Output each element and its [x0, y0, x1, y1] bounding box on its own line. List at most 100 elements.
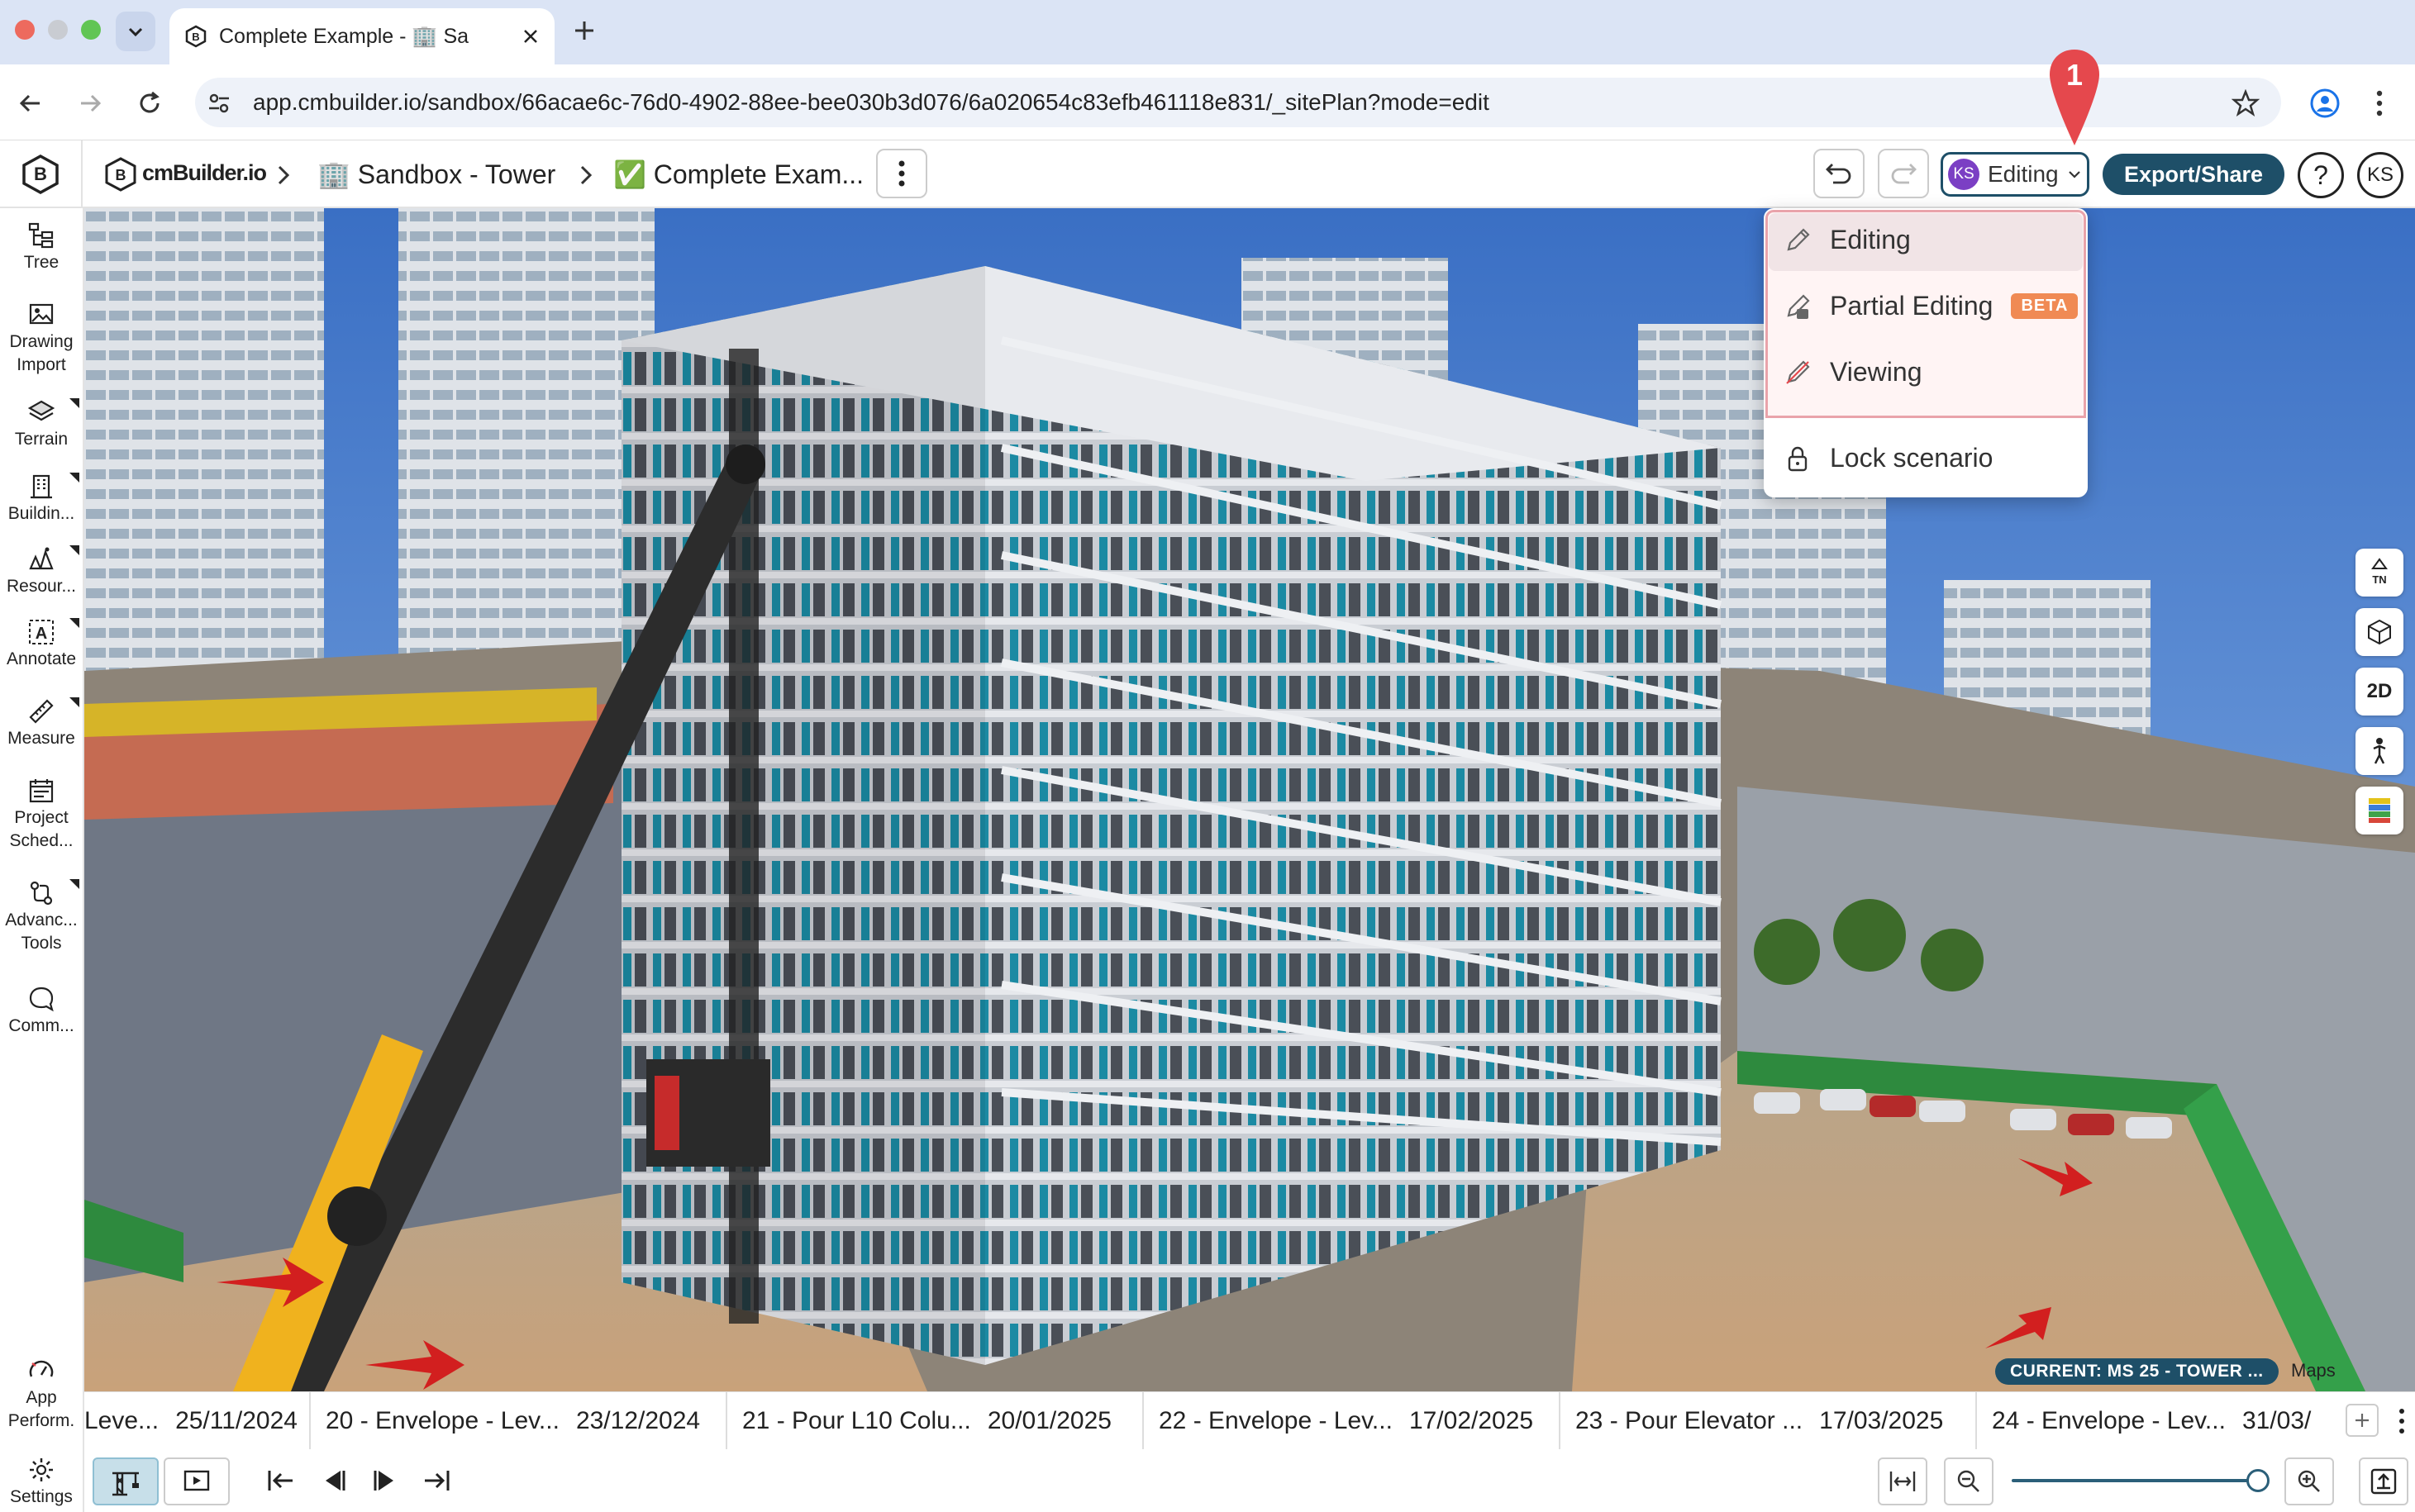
expand-indicator-icon: [69, 618, 79, 628]
sidebar-item-annotate[interactable]: A Annotate: [0, 618, 83, 671]
sidebar-item-buildings[interactable]: Buildin...: [0, 473, 83, 525]
breadcrumb-scenario[interactable]: ✅ Complete Exam...: [613, 159, 864, 190]
reload-icon[interactable]: [136, 89, 164, 117]
chevron-down-icon: [128, 27, 143, 37]
mode-selector-button[interactable]: KS Editing: [1941, 152, 2089, 197]
view-cube-button[interactable]: [2355, 608, 2403, 656]
undo-button[interactable]: [1813, 149, 1865, 198]
back-icon[interactable]: [17, 89, 45, 117]
timeline-menu-icon[interactable]: [2397, 1407, 2407, 1435]
person-icon: [2373, 738, 2386, 764]
browser-menu-icon[interactable]: [2374, 88, 2385, 119]
view-cube-icon: [2368, 619, 2391, 645]
breadcrumb-chevron-icon: [580, 165, 593, 185]
undo-icon: [1826, 164, 1851, 184]
construction-view-button[interactable]: [93, 1457, 159, 1505]
timeline-segment[interactable]: 21 - Pour L10 Colu... 20/01/2025: [727, 1392, 1144, 1449]
add-stage-button[interactable]: [2346, 1404, 2379, 1437]
zoom-out-button[interactable]: [1944, 1457, 1993, 1505]
maximize-window-button[interactable]: [81, 20, 101, 40]
brand-name[interactable]: cmBuilder.io: [142, 160, 267, 186]
timeline-segment[interactable]: 20 - Envelope - Lev... 23/12/2024: [311, 1392, 727, 1449]
sidebar-item-app-performance[interactable]: App Perform.: [0, 1357, 83, 1433]
playback-bar: [84, 1449, 2415, 1512]
step-forward-icon[interactable]: [370, 1467, 400, 1494]
breadcrumb-project[interactable]: 🏢 Sandbox - Tower: [317, 159, 555, 190]
zoom-slider-track[interactable]: [2012, 1479, 2260, 1482]
terrain-icon: [27, 400, 55, 421]
mode-option-viewing[interactable]: Viewing: [1784, 357, 1922, 388]
address-bar[interactable]: app.cmbuilder.io/sandbox/66acae6c-76d0-4…: [195, 78, 2281, 127]
tools-icon: [30, 881, 53, 906]
close-tab-icon[interactable]: [522, 27, 540, 45]
timeline-segment[interactable]: 24 - Envelope - Lev... 31/03/: [1977, 1392, 2332, 1449]
callout-number: 1: [2065, 58, 2084, 92]
mode-option-editing[interactable]: Editing: [1784, 225, 1911, 255]
bookmark-star-icon[interactable]: [2232, 89, 2260, 117]
sidebar-item-comments[interactable]: Comm...: [0, 985, 83, 1038]
presentation-view-button[interactable]: [164, 1457, 230, 1505]
sidebar-item-measure[interactable]: Measure: [0, 697, 83, 750]
home-logo-button[interactable]: B: [0, 140, 83, 208]
zoom-out-icon: [1957, 1470, 1979, 1492]
sidebar-item-label: Resour...: [6, 577, 77, 596]
pencil-icon: [1787, 227, 1810, 251]
tab-search-button[interactable]: [116, 12, 155, 51]
sidebar-item-settings[interactable]: Settings: [0, 1456, 83, 1509]
skip-to-start-icon[interactable]: [266, 1467, 296, 1494]
fit-timeline-button[interactable]: [1878, 1457, 1927, 1505]
layers-button[interactable]: [2355, 787, 2403, 834]
sidebar-item-project-schedule[interactable]: Project Sched...: [0, 777, 83, 853]
sidebar-item-advanced-tools[interactable]: Advanc... Tools: [0, 879, 83, 955]
segment-name: Leve...: [84, 1406, 160, 1434]
expand-indicator-icon: [69, 879, 79, 889]
redo-button[interactable]: [1878, 149, 1929, 198]
step-back-icon[interactable]: [319, 1467, 349, 1494]
zoom-in-icon: [2298, 1470, 2320, 1492]
chevron-down-icon: [2068, 171, 2080, 178]
comment-icon: [29, 987, 54, 1012]
profile-icon[interactable]: [2309, 88, 2341, 119]
scenario-menu-button[interactable]: [876, 149, 927, 198]
tab-title: Complete Example - 🏢 Sa: [219, 24, 469, 48]
pedestrian-view-button[interactable]: [2355, 727, 2403, 775]
browser-tab[interactable]: B Complete Example - 🏢 Sa: [169, 8, 555, 64]
site-settings-icon[interactable]: [207, 91, 231, 116]
skip-to-end-icon[interactable]: [422, 1467, 451, 1494]
help-button[interactable]: ?: [2298, 152, 2344, 198]
segment-name: 24 - Envelope - Lev...: [1992, 1406, 2226, 1434]
sidebar-item-drawing-import[interactable]: Drawing Import: [0, 301, 83, 377]
current-stage-badge[interactable]: CURRENT: MS 25 - TOWER ...: [1995, 1358, 2279, 1385]
sidebar-item-label: Buildin...: [7, 504, 75, 523]
sidebar-item-resources[interactable]: Resour...: [0, 545, 83, 598]
cmbuilder-favicon-icon: B: [185, 25, 207, 48]
minimize-window-button[interactable]: [48, 20, 68, 40]
timeline-segment[interactable]: Leve... 25/11/2024: [84, 1392, 311, 1449]
export-share-button[interactable]: Export/Share: [2103, 154, 2284, 195]
sidebar-item-label: Project Sched...: [9, 808, 74, 850]
user-avatar[interactable]: KS: [2357, 152, 2403, 198]
sidebar-item-tree[interactable]: Tree: [0, 221, 83, 274]
presentation-icon: [183, 1470, 210, 1491]
collapse-timeline-button[interactable]: [2359, 1457, 2408, 1505]
forward-icon[interactable]: [76, 89, 104, 117]
segment-date: 25/11/2024: [175, 1406, 298, 1434]
zoom-in-button[interactable]: [2284, 1457, 2334, 1505]
sidebar-item-label: Drawing Import: [9, 332, 74, 374]
svg-text:B: B: [192, 31, 199, 43]
sidebar-item-terrain[interactable]: Terrain: [0, 398, 83, 451]
true-north-button[interactable]: TN: [2355, 549, 2403, 597]
close-window-button[interactable]: [15, 20, 35, 40]
timeline-segment[interactable]: 23 - Pour Elevator ... 17/03/2025: [1560, 1392, 1977, 1449]
lock-scenario-option[interactable]: Lock scenario: [1784, 443, 1993, 473]
left-toolbar: Tree Drawing Import Terrain Buildin... R…: [0, 208, 84, 1512]
sidebar-item-label: Measure: [7, 729, 75, 748]
sidebar-item-label: Advanc... Tools: [5, 911, 78, 953]
segment-name: 23 - Pour Elevator ...: [1575, 1406, 1803, 1434]
mode-option-partial-editing[interactable]: Partial Editing BETA: [1784, 291, 2079, 321]
beta-badge: BETA: [2011, 293, 2079, 319]
new-tab-icon[interactable]: [570, 17, 598, 45]
toggle-2d-button[interactable]: 2D: [2355, 668, 2403, 716]
timeline-segment[interactable]: 22 - Envelope - Lev... 17/02/2025: [1144, 1392, 1560, 1449]
zoom-slider-thumb[interactable]: [2246, 1469, 2270, 1492]
